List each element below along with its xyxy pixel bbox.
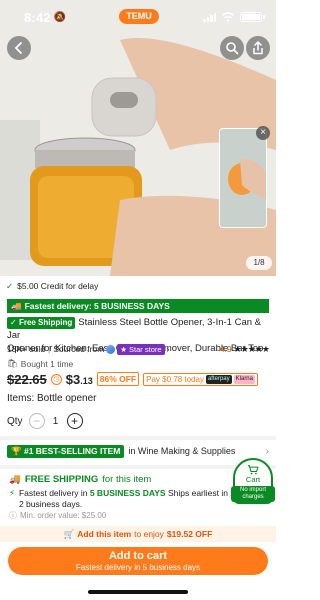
klarna-logo: Klarna — [233, 374, 255, 384]
wifi-icon — [221, 12, 235, 22]
fastest-delivery-details: Fastest delivery in 5 BUSINESS DAYS Ship… — [19, 488, 245, 510]
rating-stars: ★★★★★ — [233, 343, 270, 354]
fastest-delivery-banner: 🚚 Fastest delivery: 5 BUSINESS DAYS — [7, 299, 269, 313]
clock-icon: ◷ — [50, 373, 62, 385]
video-thumbnail[interactable] — [219, 128, 267, 228]
add-more-prefix: Add this item — [77, 529, 132, 539]
cart-label: Cart — [245, 475, 261, 484]
close-icon[interactable]: × — [256, 126, 270, 140]
info-icon: ⓘ — [9, 511, 17, 520]
battery-icon — [240, 12, 265, 22]
sale-price-cents: .13 — [80, 375, 93, 386]
sale-price: $3.13 — [66, 372, 93, 387]
cart-icon — [248, 465, 259, 475]
sourced-from-label: Sourced from — [53, 344, 105, 354]
quantity-row: Qty − 1 + — [7, 413, 83, 429]
separator: | — [48, 344, 51, 354]
free-shipping-tag-label: Free Shipping — [18, 318, 73, 327]
items-label: Items: — [7, 393, 35, 404]
add-more-strip: 🛒 Add this item to enjoy $19.52 OFF — [0, 526, 276, 542]
check-icon: ✓ — [6, 280, 14, 291]
star-icon: ★ — [120, 344, 128, 354]
rating-value: 4.9 — [219, 344, 232, 354]
star-store-badge[interactable]: ★ Star store — [117, 343, 165, 355]
search-button[interactable] — [220, 36, 244, 60]
search-icon — [226, 42, 239, 55]
status-bar: 8:42 🔕 — [0, 0, 276, 34]
rating[interactable]: 4.9 ★★★★★ — [219, 343, 270, 355]
status-icons — [203, 12, 265, 22]
truck-icon: 🚚 — [11, 300, 22, 311]
cart-icon: 🛒 — [63, 528, 75, 539]
free-shipping-label: FREE SHIPPING — [24, 474, 99, 485]
fastest-line2: 2 business days. — [18, 499, 83, 509]
best-seller-row[interactable]: 🏆 #1 BEST-SELLING ITEM in Wine Making & … — [7, 444, 269, 458]
section-divider — [0, 436, 276, 440]
bought-text: Bought 1 time — [20, 358, 74, 369]
credit-text: $5.00 Credit for delay — [17, 281, 99, 291]
min-order-text: Min. order value: $25.00 — [20, 511, 107, 520]
fastest-prefix: Fastest delivery in — [18, 488, 88, 498]
chevron-left-icon — [14, 42, 22, 54]
discount-badge: 86% OFF — [96, 372, 140, 386]
trophy-icon: 🏆 — [11, 445, 22, 456]
original-price: $22.65 — [7, 371, 47, 387]
globe-icon — [106, 344, 116, 354]
pay-today-badge[interactable]: Pay $0.78 today afterpay Klarna — [143, 372, 258, 386]
price-row: $22.65 ◷ $3.13 86% OFF Pay $0.78 today a… — [7, 371, 269, 387]
add-more-middle: to enjoy — [134, 529, 164, 539]
add-to-cart-label: Add to cart — [108, 549, 168, 562]
bought-row: 🛍 Bought 1 time — [7, 358, 73, 369]
free-shipping-tag: ✓ Free Shipping — [7, 317, 76, 329]
home-indicator[interactable] — [88, 590, 188, 594]
chevron-right-icon: › — [265, 445, 269, 457]
bag-icon: 🛍 — [7, 358, 18, 368]
items-value: Bottle opener — [37, 393, 97, 404]
pay-today-text: Pay $0.78 today — [146, 374, 204, 384]
free-shipping-suffix: for this item — [102, 474, 152, 485]
chevron-right-icon: › — [166, 344, 170, 354]
add-more-amount: $19.52 OFF — [166, 529, 213, 539]
best-seller-category: in Wine Making & Supplies — [128, 446, 236, 456]
best-seller-badge: 🏆 #1 BEST-SELLING ITEM — [7, 444, 125, 458]
increase-button[interactable]: + — [66, 413, 83, 429]
star-store-label: Star store — [129, 344, 162, 354]
fastest-days: 5 BUSINESS DAYS — [89, 488, 166, 498]
back-button[interactable] — [7, 36, 31, 60]
decrease-button[interactable]: − — [28, 413, 45, 429]
fastest-delivery-text: Fastest delivery: 5 BUSINESS DAYS — [24, 301, 170, 311]
best-seller-badge-label: #1 BEST-SELLING ITEM — [23, 445, 121, 456]
bell-icon: 🔕 — [53, 11, 67, 23]
status-time: 8:42 — [24, 9, 51, 25]
add-to-cart-sub: Fastest delivery in 5 business days — [75, 562, 201, 572]
truck-icon: 🚚 — [9, 474, 21, 485]
share-button[interactable] — [246, 36, 270, 60]
lightning-icon: ⚡ — [9, 488, 15, 498]
fastest-delivery-line: ⚡ Fastest delivery in 5 BUSINESS DAYS Sh… — [9, 488, 259, 510]
afterpay-logo: afterpay — [205, 374, 232, 384]
min-order: ⓘ Min. order value: $25.00 — [9, 510, 106, 521]
credit-bar: ✓ $5.00 Credit for delay — [0, 278, 276, 294]
sale-price-dollars: $3 — [65, 371, 81, 387]
signal-icon — [203, 12, 216, 22]
image-counter: 1/8 — [246, 256, 272, 270]
meta-row: 18K+ sold | Sourced from ★ Star store › 4… — [7, 343, 270, 355]
quantity-value: 1 — [52, 415, 59, 427]
quantity-stepper: − 1 + — [28, 413, 83, 429]
qty-label: Qty — [7, 415, 23, 427]
sold-count: 18K+ sold — [7, 344, 46, 354]
share-icon — [253, 41, 263, 55]
thumbnail-illustration — [220, 129, 266, 227]
add-to-cart-button[interactable]: Add to cart Fastest delivery in 5 busine… — [8, 547, 268, 575]
cart-button[interactable]: Cart No import charges — [231, 458, 275, 504]
shipping-title: 🚚 FREE SHIPPING for this item — [9, 474, 151, 485]
items-row[interactable]: Items: Bottle opener — [7, 393, 97, 404]
no-import-charges-badge: No import charges — [231, 486, 275, 502]
